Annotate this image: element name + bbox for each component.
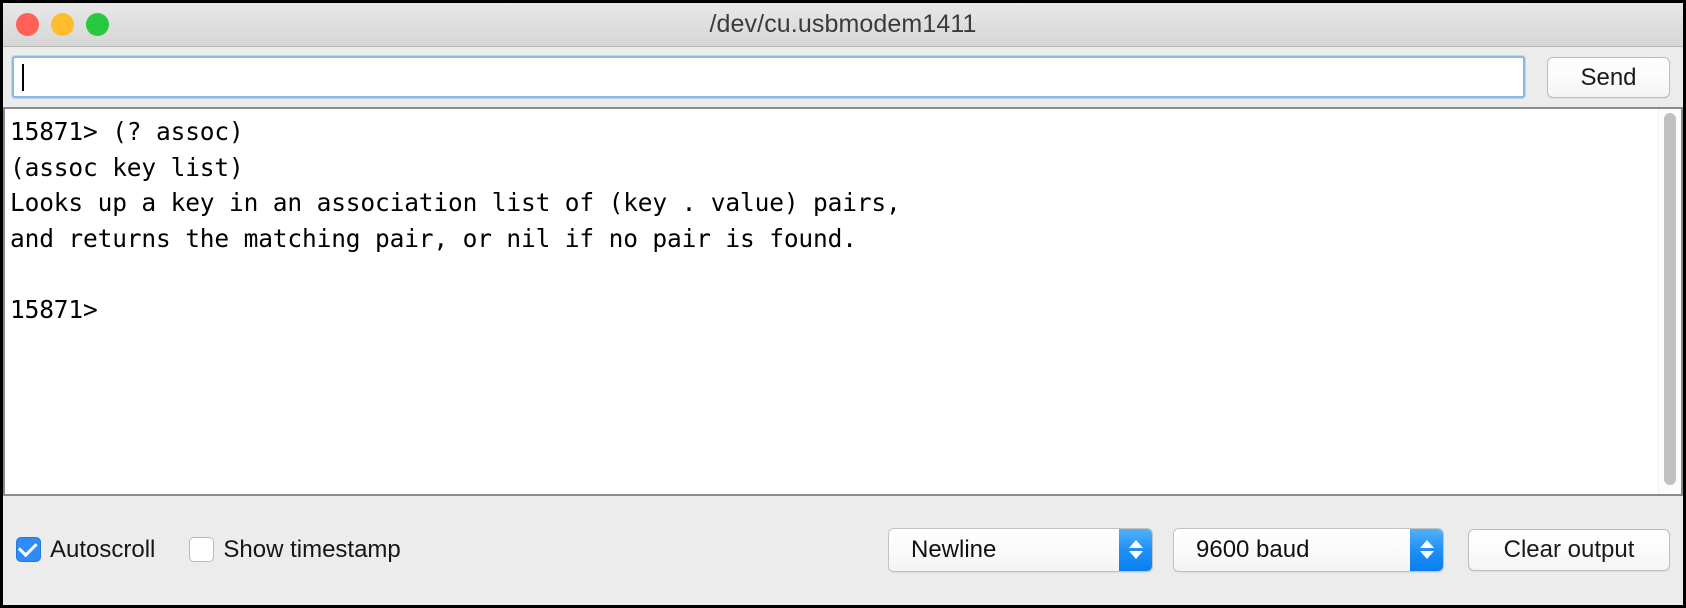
- window-controls: [16, 3, 109, 46]
- serial-output-panel: 15871> (? assoc) (assoc key list) Looks …: [3, 107, 1683, 496]
- chevron-down-icon: [1419, 551, 1434, 559]
- minimize-window-icon[interactable]: [51, 13, 74, 36]
- output-scrollbar[interactable]: [1658, 109, 1681, 494]
- send-input-wrapper[interactable]: [12, 56, 1525, 98]
- scrollbar-thumb[interactable]: [1664, 113, 1676, 485]
- show-timestamp-label: Show timestamp: [223, 535, 401, 563]
- bottom-toolbar: Autoscroll Show timestamp Newline 9600 b…: [3, 496, 1683, 603]
- line-ending-value: Newline: [889, 528, 1119, 571]
- window-title: /dev/cu.usbmodem1411: [709, 10, 977, 38]
- chevron-up-icon: [1419, 540, 1434, 548]
- maximize-window-icon[interactable]: [86, 13, 109, 36]
- serial-monitor-window: /dev/cu.usbmodem1411 Send 15871> (? asso…: [0, 0, 1686, 608]
- title-bar: /dev/cu.usbmodem1411: [3, 3, 1683, 47]
- close-window-icon[interactable]: [16, 13, 39, 36]
- serial-output-text: 15871> (? assoc) (assoc key list) Looks …: [10, 117, 901, 324]
- send-input[interactable]: [14, 58, 1523, 96]
- clear-output-button[interactable]: Clear output: [1468, 528, 1670, 571]
- chevron-down-icon: [1128, 551, 1143, 559]
- check-icon: [17, 537, 38, 558]
- show-timestamp-checkbox-group[interactable]: Show timestamp: [189, 535, 401, 564]
- baud-rate-value: 9600 baud: [1174, 528, 1410, 571]
- chevron-up-icon: [1128, 540, 1143, 548]
- autoscroll-checkbox-group[interactable]: Autoscroll: [16, 536, 155, 564]
- text-caret: [22, 64, 24, 91]
- send-button[interactable]: Send: [1547, 56, 1670, 98]
- baud-rate-select[interactable]: 9600 baud: [1173, 527, 1444, 572]
- show-timestamp-checkbox[interactable]: [189, 537, 215, 562]
- baud-rate-stepper[interactable]: [1410, 528, 1443, 571]
- autoscroll-checkbox[interactable]: [16, 537, 41, 562]
- send-bar: Send: [3, 47, 1683, 107]
- line-ending-stepper[interactable]: [1119, 528, 1152, 571]
- line-ending-select[interactable]: Newline: [888, 527, 1153, 572]
- autoscroll-label: Autoscroll: [50, 535, 156, 563]
